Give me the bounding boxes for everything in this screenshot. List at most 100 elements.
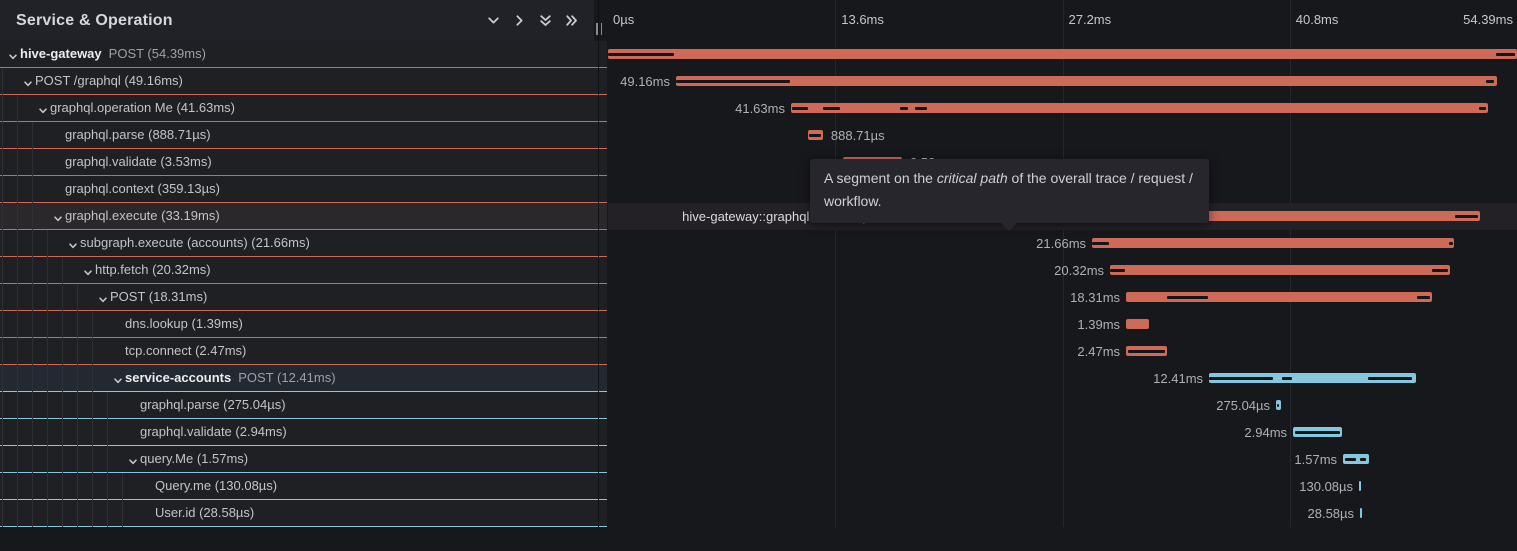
tick-label-4: 54.39ms	[1463, 12, 1513, 27]
span-duration-bar[interactable]	[808, 130, 823, 140]
span-row-timeline: 12.41ms	[608, 365, 1517, 392]
span-duration-label: 49.16ms	[620, 68, 670, 95]
span-label: graphql.parse (275.04µs)	[140, 392, 286, 418]
critical-path-segment	[1128, 350, 1165, 353]
span-duration-bar[interactable]	[1343, 454, 1369, 464]
span-row-timeline	[608, 41, 1517, 68]
span-duration-bar[interactable]	[1209, 373, 1416, 383]
expand-chevron-icon[interactable]	[38, 103, 48, 121]
span-label: service-accountsPOST (12.41ms)	[125, 365, 336, 391]
span-list-header: Service & Operation	[0, 0, 594, 41]
span-duration-label: 20.32ms	[1054, 257, 1104, 284]
span-duration-bar[interactable]	[676, 76, 1497, 86]
critical-path-segment	[900, 107, 908, 110]
critical-path-segment	[1167, 296, 1208, 299]
span-row-name[interactable]: subgraph.execute (accounts) (21.66ms)	[0, 230, 607, 257]
span-row-timeline: 49.16ms	[608, 68, 1517, 95]
span-label: graphql.context (359.13µs)	[65, 176, 220, 202]
chevron-down-icon[interactable]	[480, 8, 506, 34]
span-row-name[interactable]: POST /graphql (49.16ms)	[0, 68, 607, 95]
critical-path-segment	[1110, 269, 1125, 272]
span-duration-bar[interactable]	[1126, 292, 1432, 302]
critical-path-segment	[1496, 53, 1515, 56]
span-bars-area: 49.16ms41.63ms888.71µs3.53ms359.13µshive…	[608, 41, 1517, 527]
critical-path-segment	[1368, 377, 1412, 380]
span-duration-bar[interactable]	[1276, 400, 1281, 410]
span-row-timeline: 1.57ms	[608, 446, 1517, 473]
chevron-right-icon[interactable]	[506, 8, 532, 34]
critical-path-segment	[676, 80, 790, 83]
expand-chevron-icon[interactable]	[83, 265, 93, 283]
span-duration-bar[interactable]	[791, 103, 1488, 113]
critical-path-segment	[1432, 269, 1448, 272]
span-label: tcp.connect (2.47ms)	[125, 338, 246, 364]
double-chevron-down-icon[interactable]	[532, 8, 558, 34]
span-row-name[interactable]: graphql.parse (888.71µs)	[0, 122, 607, 149]
operation-name: POST (12.41ms)	[238, 370, 335, 385]
tick-label-0: 0µs	[613, 12, 634, 27]
timeline-column: 0µs 13.6ms 27.2ms 40.8ms 54.39ms 49.16ms…	[608, 0, 1517, 551]
critical-path-segment	[823, 107, 840, 110]
span-duration-label: 130.08µs	[1299, 473, 1353, 500]
span-name-column: hive-gatewayPOST (54.39ms)POST /graphql …	[0, 41, 607, 527]
span-row-name[interactable]: POST (18.31ms)	[0, 284, 607, 311]
span-duration-bar[interactable]	[1359, 481, 1361, 491]
double-chevron-right-icon[interactable]	[558, 8, 584, 34]
expand-chevron-icon[interactable]	[23, 76, 33, 94]
span-duration-bar[interactable]	[1126, 319, 1149, 329]
expand-chevron-icon[interactable]	[8, 49, 18, 67]
span-duration-bar[interactable]	[608, 49, 1517, 59]
span-duration-label: 12.41ms	[1153, 365, 1203, 392]
span-duration-bar[interactable]	[1110, 265, 1450, 275]
span-duration-label: 888.71µs	[831, 122, 885, 149]
tree-indent-guide	[17, 95, 18, 527]
span-duration-label: 275.04µs	[1216, 392, 1270, 419]
critical-path-segment	[1092, 242, 1109, 245]
span-label: subgraph.execute (accounts) (21.66ms)	[80, 230, 310, 256]
critical-path-segment	[1209, 377, 1273, 380]
span-duration-label: 41.63ms	[735, 95, 785, 122]
tick-label-2: 27.2ms	[1069, 12, 1112, 27]
span-duration-label: 21.66ms	[1036, 230, 1086, 257]
column-resize-grip[interactable]	[594, 23, 604, 36]
tooltip-caret	[1001, 223, 1017, 231]
expand-chevron-icon[interactable]	[128, 454, 138, 472]
span-duration-bar[interactable]	[1293, 427, 1342, 437]
span-label: User.id (28.58µs)	[155, 500, 254, 526]
expand-chevron-icon[interactable]	[53, 211, 63, 229]
span-duration-bar[interactable]	[1126, 346, 1167, 356]
span-row-name[interactable]: graphql.execute (33.19ms)	[0, 203, 607, 230]
tree-indent-guide	[122, 473, 123, 527]
span-duration-label: 2.94ms	[1244, 419, 1287, 446]
span-label: dns.lookup (1.39ms)	[125, 311, 243, 337]
critical-path-segment	[1277, 404, 1279, 407]
span-row-timeline: 275.04µs	[608, 392, 1517, 419]
expand-chevron-icon[interactable]	[98, 292, 108, 310]
critical-path-segment	[608, 53, 674, 56]
span-duration-bar[interactable]	[1360, 508, 1362, 518]
tree-indent-guide	[2, 68, 3, 527]
expand-chevron-icon[interactable]	[68, 238, 78, 256]
span-row-timeline: 1.39ms	[608, 311, 1517, 338]
span-row-name[interactable]: graphql.context (359.13µs)	[0, 176, 607, 203]
critical-path-segment	[1486, 80, 1493, 83]
span-row-name[interactable]: graphql.validate (3.53ms)	[0, 149, 607, 176]
critical-path-segment	[1295, 431, 1340, 434]
operation-name: POST (54.39ms)	[109, 46, 206, 61]
span-row-timeline: 2.94ms	[608, 419, 1517, 446]
critical-path-segment	[809, 134, 821, 137]
span-row-name[interactable]: http.fetch (20.32ms)	[0, 257, 607, 284]
span-row-name[interactable]: hive-gatewayPOST (54.39ms)	[0, 41, 607, 68]
span-duration-bar[interactable]	[1092, 238, 1454, 248]
span-row-timeline: 2.47ms	[608, 338, 1517, 365]
tree-indent-guide	[32, 122, 33, 527]
expand-chevron-icon[interactable]	[113, 373, 123, 391]
critical-path-segment	[1417, 296, 1430, 299]
span-row-name[interactable]: graphql.operation Me (41.63ms)	[0, 95, 607, 122]
span-label: http.fetch (20.32ms)	[95, 257, 211, 283]
tree-indent-guide	[62, 257, 63, 527]
critical-path-segment	[915, 107, 927, 110]
span-duration-label: 1.39ms	[1077, 311, 1120, 338]
span-row-timeline: 18.31ms	[608, 284, 1517, 311]
column-divider[interactable]	[598, 0, 599, 527]
